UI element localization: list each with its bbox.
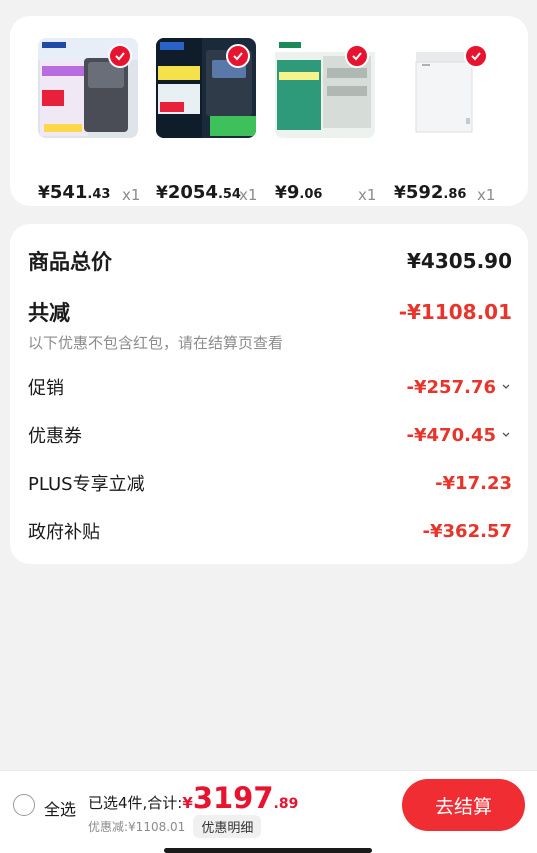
total-reduce-value: -¥1108.01: [398, 300, 512, 324]
discount-note: 以下优惠不包含红包，请在结算页查看: [28, 334, 284, 352]
product-image-water-heater[interactable]: [156, 38, 256, 138]
product-image-boiler[interactable]: [275, 38, 375, 138]
plus-reduce-row: PLUS专享立减 -¥17.23: [28, 472, 512, 496]
checked-icon[interactable]: [345, 44, 369, 68]
product-price: ¥2054.54: [156, 182, 241, 203]
product-quantity: x1: [239, 186, 258, 204]
product-price: ¥541.43: [38, 182, 111, 203]
total-price-row: 商品总价 ¥4305.90: [28, 246, 512, 276]
product-quantity: x1: [358, 186, 377, 204]
total-amount: 已选4件,合计: ¥ 3197 .89: [88, 781, 299, 815]
total-reduce-row: 共减 -¥1108.01: [28, 297, 512, 327]
product-price: ¥9.06: [275, 182, 323, 203]
checked-icon[interactable]: [464, 44, 488, 68]
selected-products-card: ¥541.43 x1 ¥2054.54 x1 ¥9.06 x1 ¥592.86 …: [10, 16, 528, 206]
checked-icon[interactable]: [226, 44, 250, 68]
select-all-radio[interactable]: [13, 794, 35, 816]
gov-subsidy-row: 政府补贴 -¥362.57: [28, 520, 512, 544]
product-image-freezer[interactable]: [394, 38, 494, 138]
home-indicator: [164, 848, 372, 853]
product-price: ¥592.86: [394, 182, 467, 203]
product-image-washer[interactable]: [38, 38, 138, 138]
checkout-bar: 全选 已选4件,合计: ¥ 3197 .89 优惠减:¥1108.01 优惠明细…: [0, 770, 537, 853]
checked-icon[interactable]: [108, 44, 132, 68]
total-price-value: ¥4305.90: [406, 249, 512, 273]
checkout-button[interactable]: 去结算: [402, 779, 525, 831]
total-price-label: 商品总价: [28, 250, 112, 274]
chevron-down-icon[interactable]: [500, 381, 512, 393]
discount-detail-button[interactable]: 优惠明细: [193, 815, 262, 838]
select-all-label[interactable]: 全选: [44, 796, 76, 820]
total-reduce-label: 共减: [28, 301, 70, 325]
promotion-row[interactable]: 促销 -¥257.76: [28, 374, 512, 400]
product-quantity: x1: [122, 186, 141, 204]
discount-summary: 优惠减:¥1108.01 优惠明细: [88, 815, 262, 838]
product-quantity: x1: [477, 186, 496, 204]
coupon-row[interactable]: 优惠券 -¥470.45: [28, 422, 512, 448]
chevron-down-icon[interactable]: [500, 429, 512, 441]
price-summary-card: 商品总价 ¥4305.90 共减 -¥1108.01 以下优惠不包含红包，请在结…: [10, 224, 528, 564]
